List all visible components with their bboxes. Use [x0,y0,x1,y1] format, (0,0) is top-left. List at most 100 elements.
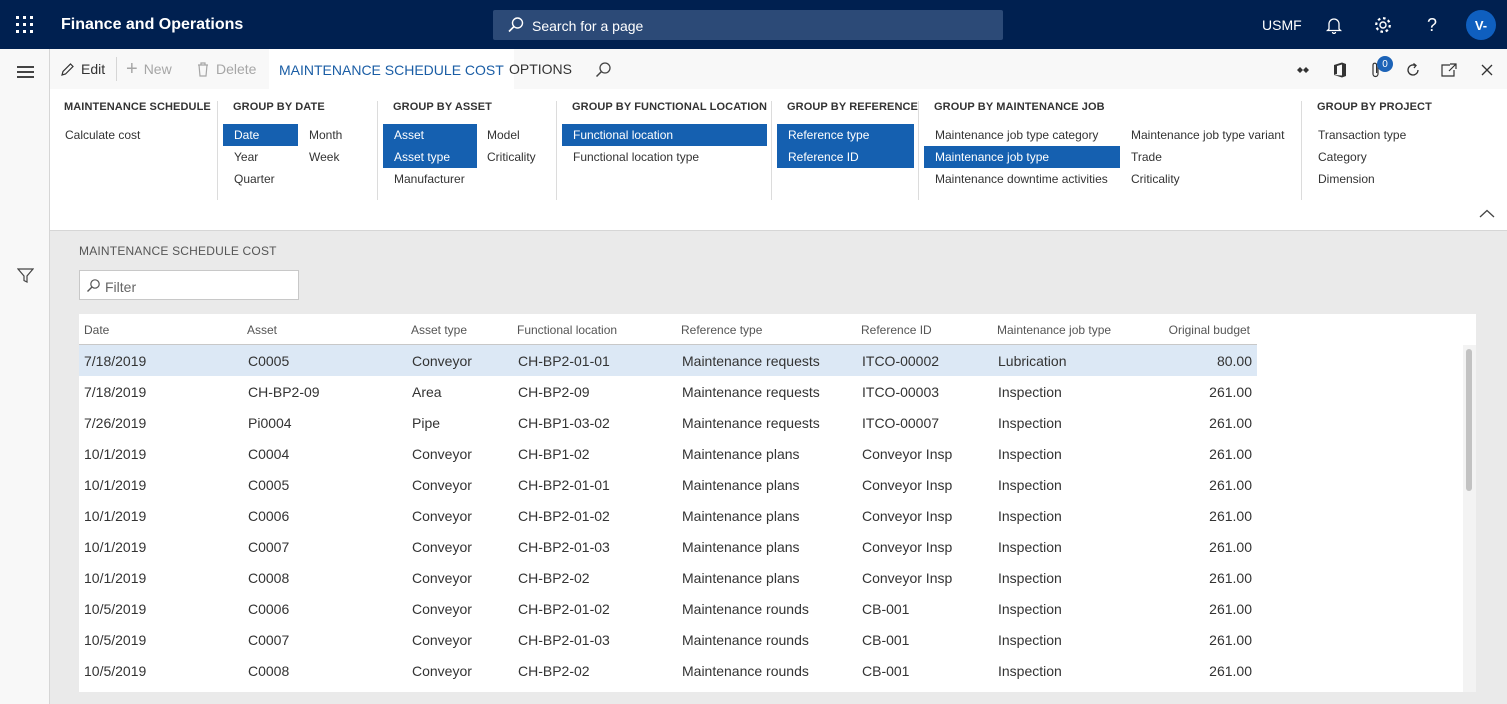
cell-date: 10/1/2019 [84,477,146,493]
waffle-icon[interactable] [16,16,34,34]
table-row[interactable]: 10/1/2019C0004ConveyorCH-BP1-02Maintenan… [79,438,1257,469]
search-icon[interactable] [595,61,612,78]
cell-functional-location: CH-BP2-01-03 [518,632,610,648]
group-job-type-variant-button[interactable]: Maintenance job type variant [1120,124,1295,146]
group-reference-id-button[interactable]: Reference ID [777,146,914,168]
cell-reference-type: Maintenance rounds [682,663,809,679]
ribbon: MAINTENANCE SCHEDULE Calculate cost GROU… [50,89,1507,231]
table-row[interactable]: 10/1/2019C0008ConveyorCH-BP2-02Maintenan… [79,562,1257,593]
cell-date: 10/1/2019 [84,539,146,555]
table-row[interactable]: 10/5/2019C0006ConveyorCH-BP2-01-02Mainte… [79,593,1257,624]
company-picker[interactable]: USMF [1262,17,1302,33]
cell-reference-type: Maintenance plans [682,446,800,462]
cell-reference-type: Maintenance requests [682,384,820,400]
group-month-button[interactable]: Month [298,124,353,146]
group-dimension-button[interactable]: Dimension [1307,168,1386,190]
group-asset-type-button[interactable]: Asset type [383,146,477,168]
scrollbar-thumb[interactable] [1466,349,1472,491]
tab-options[interactable]: OPTIONS [509,61,572,77]
group-job-type-button[interactable]: Maintenance job type [924,146,1120,168]
cell-date: 7/26/2019 [84,415,146,431]
group-date-button[interactable]: Date [223,124,298,146]
group-functional-location-type-button[interactable]: Functional location type [562,146,710,168]
group-model-button[interactable]: Model [476,124,531,146]
group-category-button[interactable]: Category [1307,146,1378,168]
table-row[interactable]: 10/5/2019C0007ConveyorCH-BP2-01-03Mainte… [79,624,1257,655]
group-reference-type-button[interactable]: Reference type [777,124,914,146]
edit-button[interactable]: Edit [60,61,105,77]
tab-maintenance-schedule-cost[interactable]: MAINTENANCE SCHEDULE COST [269,49,514,89]
chevron-up-icon[interactable] [1479,209,1495,219]
close-icon[interactable] [1477,60,1497,80]
cell-asset-type: Conveyor [412,446,472,462]
vertical-scrollbar[interactable] [1463,345,1476,692]
cell-reference-type: Maintenance plans [682,477,800,493]
app-title[interactable]: Finance and Operations [61,16,243,34]
group-trade-button[interactable]: Trade [1120,146,1173,168]
cell-asset: C0004 [248,446,289,462]
column-header-reference-id[interactable]: Reference ID [861,323,932,337]
group-by-date: GROUP BY DATE [233,101,325,123]
group-manufacturer-button[interactable]: Manufacturer [383,168,476,190]
group-asset-button[interactable]: Asset [383,124,477,146]
calculate-cost-button[interactable]: Calculate cost [54,124,151,146]
table-row[interactable]: 7/18/2019CH-BP2-09AreaCH-BP2-09Maintenan… [79,376,1257,407]
cell-functional-location: CH-BP2-01-01 [518,353,610,369]
group-job-criticality-button[interactable]: Criticality [1120,168,1191,190]
cell-asset: C0007 [248,539,289,555]
help-icon[interactable]: ? [1421,14,1443,36]
filter-input[interactable]: Filter [79,270,299,300]
column-header-asset-type[interactable]: Asset type [411,323,467,337]
group-job-type-category-button[interactable]: Maintenance job type category [924,124,1109,146]
column-header-asset[interactable]: Asset [247,323,277,337]
cell-job-type: Lubrication [998,353,1067,369]
delete-button[interactable]: Delete [196,61,256,77]
open-new-window-icon[interactable] [1439,60,1459,80]
new-button[interactable]: + New [126,61,172,77]
power-apps-icon[interactable] [1293,60,1313,80]
group-functional-location-button[interactable]: Functional location [562,124,767,146]
group-transaction-type-button[interactable]: Transaction type [1307,124,1417,146]
table-row[interactable]: 7/26/2019Pi0004PipeCH-BP1-03-02Maintenan… [79,407,1257,438]
refresh-icon[interactable] [1403,60,1423,80]
bell-icon[interactable] [1323,14,1345,36]
table-row[interactable]: 7/18/2019C0005ConveyorCH-BP2-01-01Mainte… [79,345,1257,376]
table-row[interactable]: 10/1/2019C0007ConveyorCH-BP2-01-03Mainte… [79,531,1257,562]
cell-asset: C0006 [248,508,289,524]
cell-functional-location: CH-BP2-02 [518,570,590,586]
cell-reference-id: CB-001 [862,663,909,679]
cell-asset: C0005 [248,477,289,493]
table-row[interactable]: 10/5/2019C0008ConveyorCH-BP2-02Maintenan… [79,655,1257,686]
column-header-job-type[interactable]: Maintenance job type [997,323,1111,337]
group-week-button[interactable]: Week [298,146,350,168]
cell-job-type: Inspection [998,663,1062,679]
gear-icon[interactable] [1372,14,1394,36]
cell-original-budget: 261.00 [1149,384,1252,400]
table-row[interactable]: 10/1/2019C0006ConveyorCH-BP2-01-02Mainte… [79,500,1257,531]
filter-icon[interactable] [17,267,34,284]
column-header-reference-type[interactable]: Reference type [681,323,762,337]
office-icon[interactable] [1330,60,1350,80]
cell-job-type: Inspection [998,446,1062,462]
hamburger-icon[interactable] [17,66,34,78]
cell-original-budget: 261.00 [1149,539,1252,555]
page-search-box[interactable]: Search for a page [493,10,1003,40]
group-year-button[interactable]: Year [223,146,269,168]
group-title: GROUP BY PROJECT [1317,101,1432,123]
avatar[interactable]: V- [1466,10,1496,40]
cell-original-budget: 80.00 [1149,353,1252,369]
column-header-functional-location[interactable]: Functional location [517,323,617,337]
column-header-date[interactable]: Date [84,323,109,337]
cell-original-budget: 261.00 [1149,446,1252,462]
group-criticality-button[interactable]: Criticality [476,146,547,168]
group-by-project: GROUP BY PROJECT [1317,101,1432,123]
cell-reference-id: ITCO-00007 [862,415,939,431]
table-row[interactable]: 10/1/2019C0005ConveyorCH-BP2-01-01Mainte… [79,469,1257,500]
cell-job-type: Inspection [998,539,1062,555]
group-by-maintenance-job: GROUP BY MAINTENANCE JOB [934,101,1105,123]
left-nav [0,49,50,704]
column-header-original-budget[interactable]: Original budget [1149,323,1250,337]
cell-asset-type: Area [412,384,442,400]
group-downtime-activities-button[interactable]: Maintenance downtime activities [924,168,1119,190]
group-quarter-button[interactable]: Quarter [223,168,286,190]
